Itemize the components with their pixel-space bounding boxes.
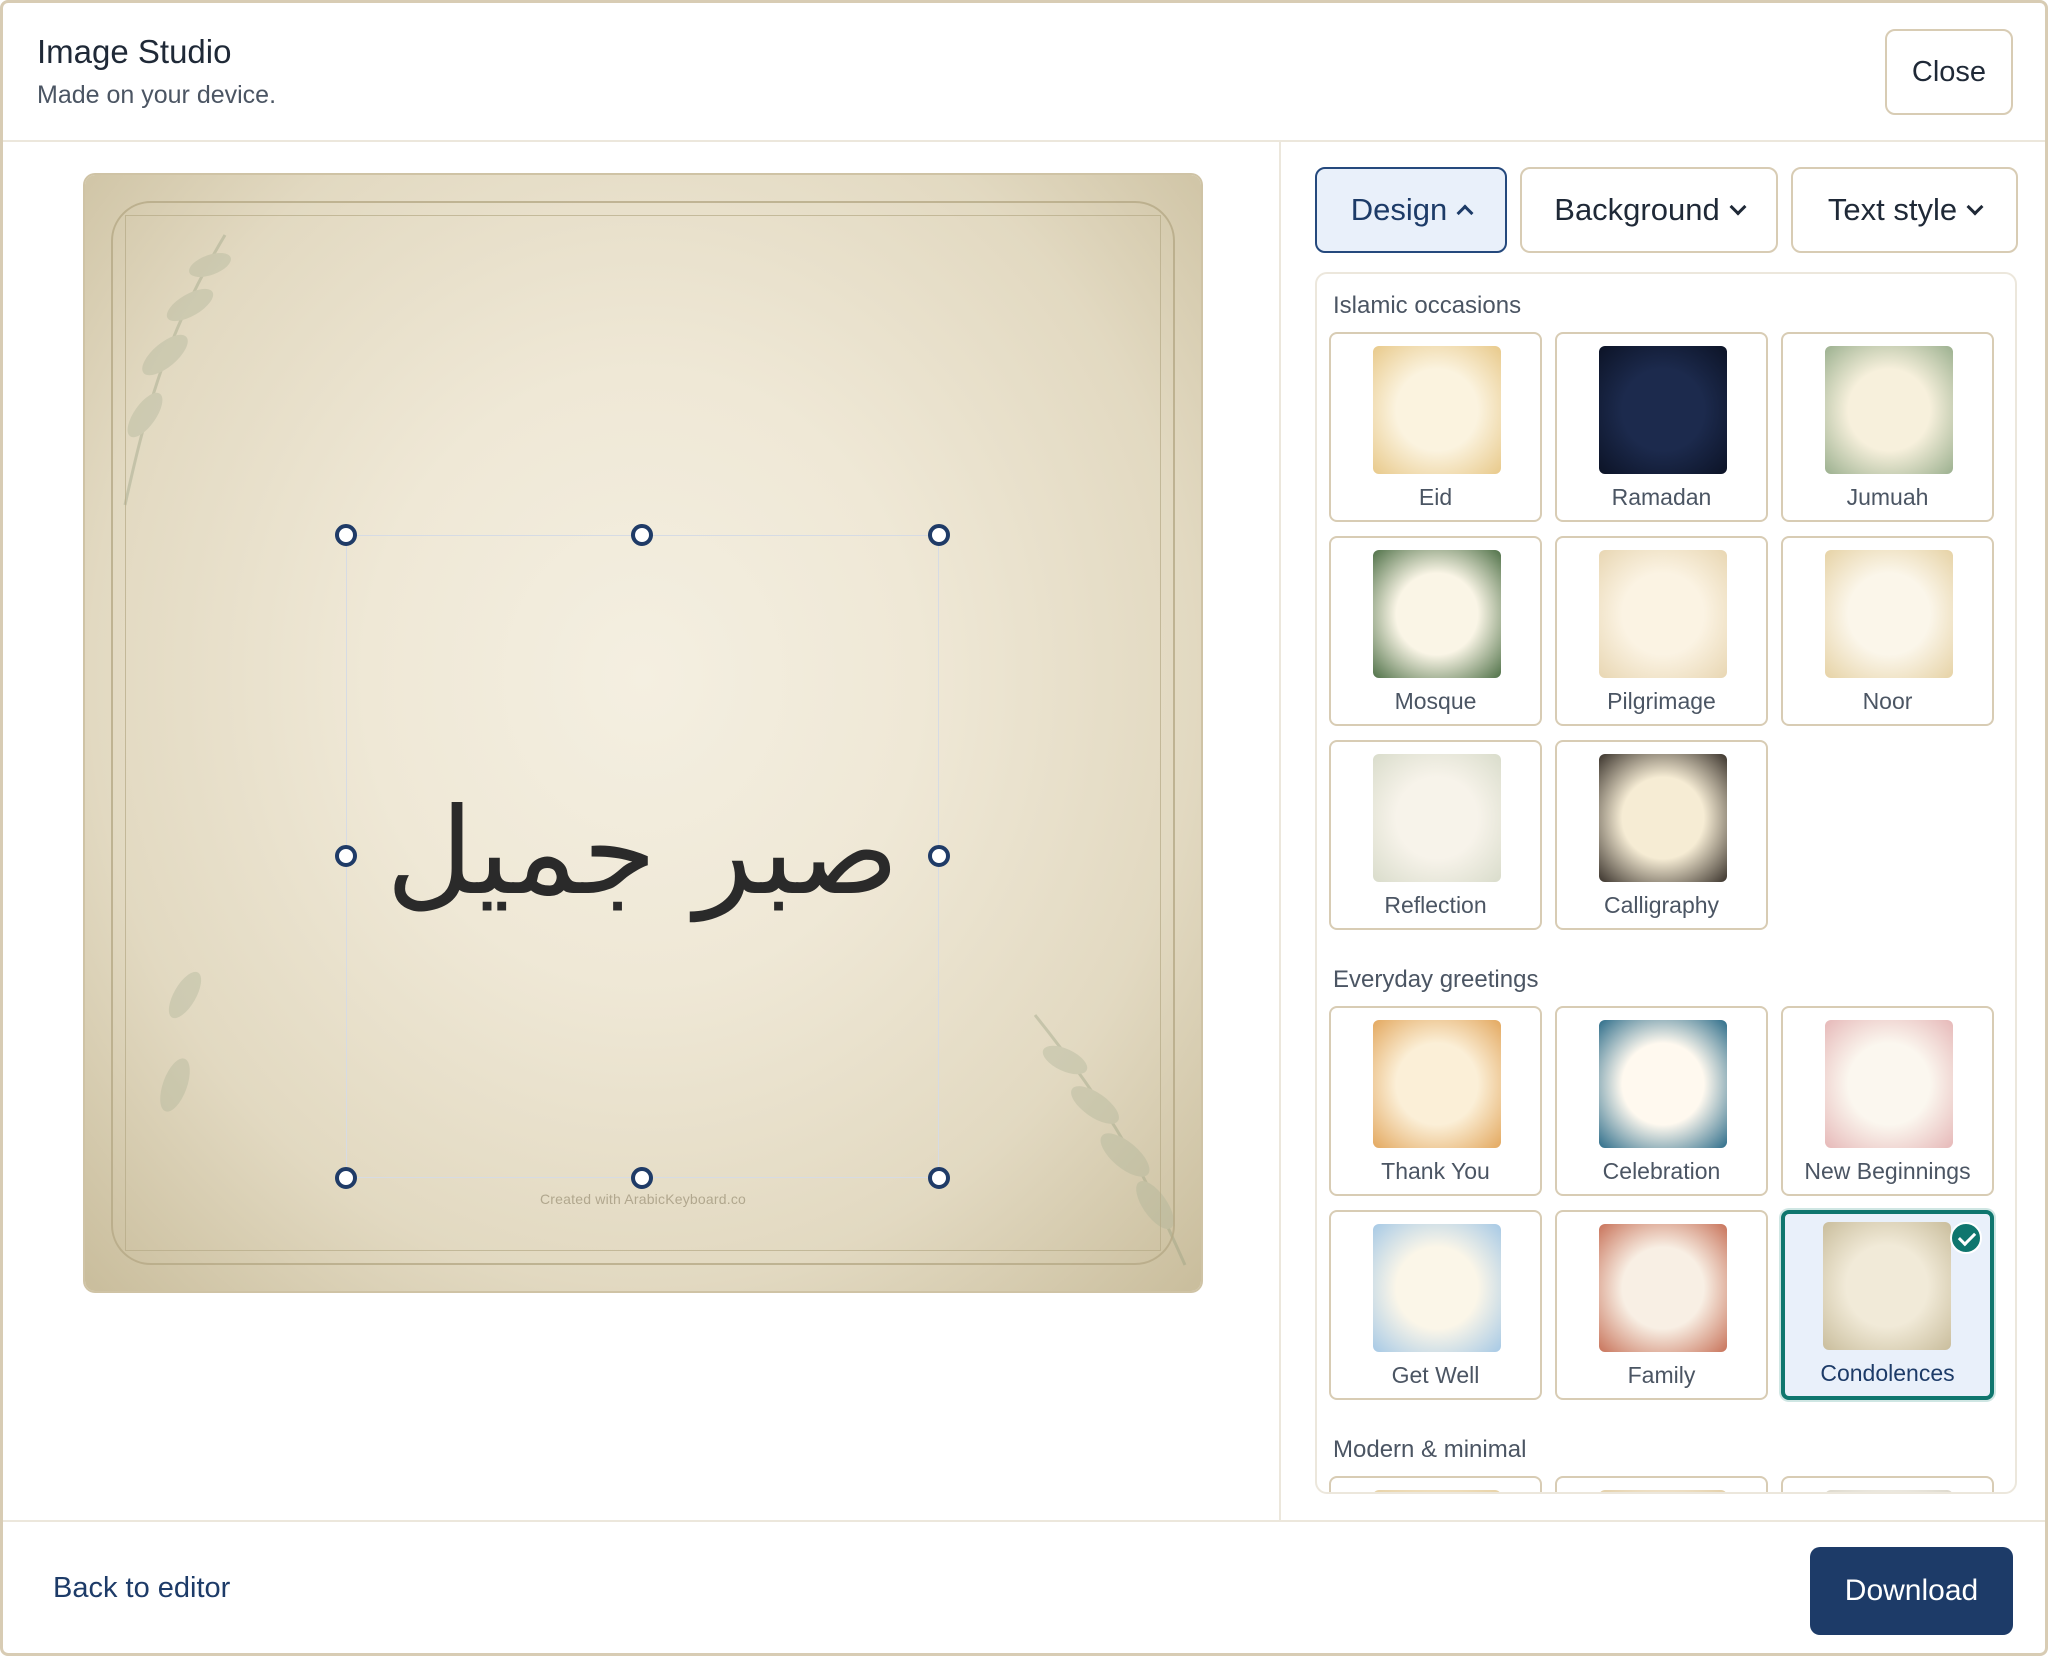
modal-title: Image Studio [37,33,232,70]
design-thumbnail [1373,550,1501,678]
modal-footer: Back to editor Download [3,1520,2045,1653]
design-tile-family[interactable]: Family [1555,1210,1768,1400]
design-thumbnail [1373,1020,1501,1148]
canvas-area: Created with ArabicKeyboard.co صبر جميل [3,142,1281,1520]
design-thumbnail [1599,754,1727,882]
design-thumbnail [1825,1490,1953,1492]
resize-handle-right[interactable] [928,845,950,867]
resize-handle-left[interactable] [335,845,357,867]
section-title: Islamic occasions [1333,292,1522,319]
design-thumbnail [1373,1224,1501,1352]
design-thumbnail [1373,754,1501,882]
design-thumbnail [1599,1020,1727,1148]
design-tile-ramadan[interactable]: Ramadan [1555,332,1768,522]
tab-design-label: Design [1350,192,1448,227]
image-studio-modal: Image Studio Made on your device. Close [0,0,2048,1656]
design-thumbnail [1599,346,1727,474]
design-tile-new-beginnings[interactable]: New Beginnings [1781,1006,1994,1196]
design-thumbnail [1825,550,1953,678]
design-tile-label: Eid [1418,484,1453,510]
back-to-editor-link[interactable]: Back to editor [53,1572,230,1605]
design-tile-label: Mosque [1394,688,1477,714]
resize-handle-bottom-right[interactable] [928,1167,950,1189]
tab-background[interactable]: Background [1520,167,1778,253]
panel-tabs: Design Background Text style [1315,167,2018,253]
chevron-down-icon [1729,198,1747,216]
design-tile-label: Celebration [1602,1158,1721,1184]
design-tile-design[interactable] [1555,1476,1768,1492]
design-tile-pilgrimage[interactable]: Pilgrimage [1555,536,1768,726]
design-tile-condolences[interactable]: Condolences [1781,1210,1994,1400]
chevron-down-icon [1966,198,1984,216]
design-tile-calligraphy[interactable]: Calligraphy [1555,740,1768,930]
modal-header: Image Studio Made on your device. Close [3,3,2045,142]
resize-handle-bottom[interactable] [631,1167,653,1189]
resize-handle-top-right[interactable] [928,524,950,546]
design-tile-label: Family [1627,1362,1696,1388]
download-button[interactable]: Download [1810,1547,2013,1635]
design-tile-eid[interactable]: Eid [1329,332,1542,522]
tab-background-label: Background [1554,192,1720,227]
resize-handle-top-left[interactable] [335,524,357,546]
design-tile-label: Reflection [1384,892,1487,918]
design-tile-thank-you[interactable]: Thank You [1329,1006,1542,1196]
design-tile-label: Noor [1862,688,1913,714]
design-tile-jumuah[interactable]: Jumuah [1781,332,1994,522]
design-thumbnail [1373,1490,1501,1492]
resize-handle-top[interactable] [631,524,653,546]
design-tile-label: Pilgrimage [1607,688,1716,714]
watermark: Created with ArabicKeyboard.co [540,1191,746,1207]
design-thumbnail [1373,346,1501,474]
tab-text-style-label: Text style [1827,192,1958,227]
design-thumbnail [1599,1490,1727,1492]
tab-text-style[interactable]: Text style [1791,167,2018,253]
design-tile-noor[interactable]: Noor [1781,536,1994,726]
tab-design[interactable]: Design [1315,167,1507,253]
modal-subtitle: Made on your device. [37,81,277,109]
design-tile-mosque[interactable]: Mosque [1329,536,1542,726]
design-thumbnail [1823,1222,1951,1350]
design-tile-label: New Beginnings [1804,1158,1971,1184]
design-tile-label: Get Well [1391,1362,1480,1388]
design-tile-label: Jumuah [1846,484,1929,510]
chevron-up-icon [1456,204,1474,222]
design-tile-celebration[interactable]: Celebration [1555,1006,1768,1196]
design-tile-label: Thank You [1381,1158,1490,1184]
section-title: Modern & minimal [1333,1436,1527,1463]
design-thumbnail [1825,346,1953,474]
close-button[interactable]: Close [1885,29,2013,115]
card-text[interactable]: صبر جميل [346,722,939,982]
design-thumbnail [1599,1224,1727,1352]
design-thumbnail [1825,1020,1953,1148]
check-icon [1950,1222,1982,1254]
design-thumbnail [1599,550,1727,678]
design-panel: Design Background Text style Islamic occ… [1283,142,2045,1520]
design-tile-design[interactable] [1329,1476,1542,1492]
section-title: Everyday greetings [1333,966,1539,993]
resize-handle-bottom-left[interactable] [335,1167,357,1189]
design-tile-design[interactable] [1781,1476,1994,1492]
design-gallery[interactable]: Islamic occasions Eid Ramadan Jumuah Mosque P… [1315,272,2017,1494]
design-tile-label: Calligraphy [1603,892,1720,918]
design-tile-label: Condolences [1820,1360,1955,1386]
design-tile-reflection[interactable]: Reflection [1329,740,1542,930]
design-tile-get-well[interactable]: Get Well [1329,1210,1542,1400]
design-tile-label: Ramadan [1611,484,1712,510]
